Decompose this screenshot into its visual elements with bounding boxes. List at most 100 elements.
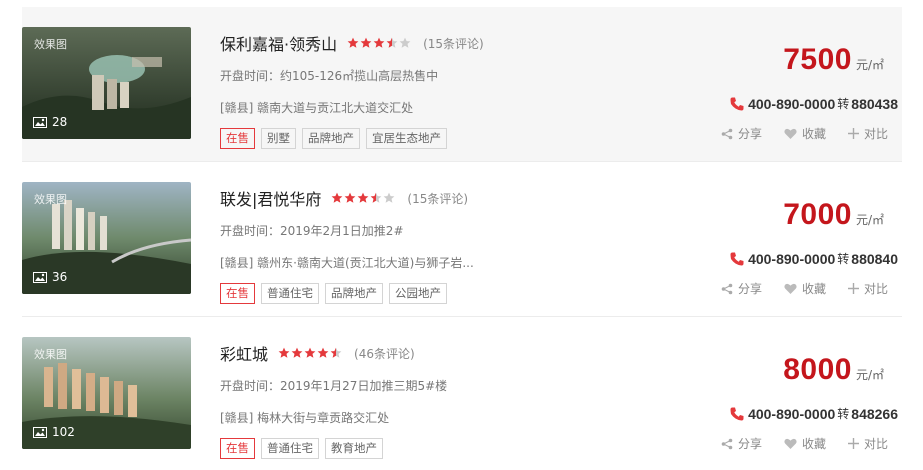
feature-badge: 教育地产 <box>325 438 383 459</box>
feature-badge: 品牌地产 <box>325 283 383 304</box>
star-full-icon <box>347 37 359 48</box>
compare-label: 对比 <box>863 127 888 141</box>
favorite-label: 收藏 <box>801 437 826 451</box>
image-type-tag: 效果图 <box>34 193 67 206</box>
feature-badge: 品牌地产 <box>302 128 360 149</box>
property-address: [赣县] 赣州东·赣南大道(贡江北大道)与狮子岩... <box>220 256 474 270</box>
favorite-button[interactable]: 收藏 <box>784 125 826 142</box>
property-address: [赣县] 梅林大街与章贡路交汇处 <box>220 411 390 425</box>
property-name[interactable]: 联发|君悦华府 <box>220 186 321 210</box>
review-count-link[interactable]: (46条评论) <box>354 345 415 362</box>
property-listing: 效果图 28 保利嘉福·领秀山 (15条评论) 开盘时间：约105-126㎡揽山… <box>0 0 923 470</box>
favorite-label: 收藏 <box>801 282 826 296</box>
property-photo[interactable]: 效果图 28 <box>22 27 191 139</box>
plus-icon <box>847 283 859 294</box>
star-full-icon <box>304 347 316 358</box>
property-photo[interactable]: 效果图 36 <box>22 182 191 294</box>
review-count-link[interactable]: (15条评论) <box>423 35 484 52</box>
star-full-icon <box>360 37 372 48</box>
share-label: 分享 <box>737 282 762 296</box>
rating-stars <box>347 37 411 49</box>
photo-count[interactable]: 28 <box>33 115 67 129</box>
phone-icon <box>730 252 744 265</box>
rating-stars <box>331 192 395 204</box>
property-address: [赣县] 赣南大道与贡江北大道交汇处 <box>220 101 414 115</box>
share-icon <box>721 128 733 139</box>
share-button[interactable]: 分享 <box>721 280 762 297</box>
phone-icon <box>730 97 744 110</box>
compare-label: 对比 <box>863 437 888 451</box>
photo-count[interactable]: 102 <box>33 425 75 439</box>
phone-ext: 880438 <box>851 95 898 112</box>
status-badge: 在售 <box>220 283 255 304</box>
property-photo[interactable]: 效果图 102 <box>22 337 191 449</box>
property-name[interactable]: 保利嘉福·领秀山 <box>220 31 337 55</box>
favorite-button[interactable]: 收藏 <box>784 435 826 452</box>
star-full-icon <box>332 192 343 203</box>
phone-main: 400-890-0000 <box>748 95 836 112</box>
listing-item: 效果图 28 保利嘉福·领秀山 (15条评论) 开盘时间：约105-126㎡揽山… <box>22 7 902 162</box>
star-full-icon <box>317 347 329 358</box>
heart-icon <box>784 128 797 139</box>
share-label: 分享 <box>737 127 762 141</box>
phone-main: 400-890-0000 <box>748 250 836 267</box>
price: 7000 元/㎡ <box>783 198 884 232</box>
share-button[interactable]: 分享 <box>721 125 762 142</box>
favorite-button[interactable]: 收藏 <box>784 280 826 297</box>
listing-item: 效果图 102 彩虹城 (46条评论) 开盘时间：2019年1月27日加推三期5… <box>22 317 902 470</box>
status-badge: 在售 <box>220 128 255 149</box>
feature-badge: 宜居生态地产 <box>366 128 447 149</box>
phone-icon <box>730 407 744 420</box>
review-count-link[interactable]: (15条评论) <box>407 190 468 207</box>
share-icon <box>721 438 733 449</box>
feature-badge: 普通住宅 <box>261 283 319 304</box>
price-unit: 元/㎡ <box>855 368 884 382</box>
phone-transfer: 转 <box>837 252 850 266</box>
compare-button[interactable]: 对比 <box>847 280 888 297</box>
status-badge: 在售 <box>220 438 255 459</box>
price-unit: 元/㎡ <box>855 213 884 227</box>
phone-ext: 880840 <box>851 250 898 267</box>
feature-badge: 普通住宅 <box>261 438 319 459</box>
share-label: 分享 <box>737 437 762 451</box>
feature-badge: 公园地产 <box>389 283 447 304</box>
compare-button[interactable]: 对比 <box>847 435 888 452</box>
phone-main: 400-890-0000 <box>748 405 836 422</box>
star-full-icon <box>358 192 369 203</box>
phone-number[interactable]: 400-890-0000 转 848266 <box>729 405 898 422</box>
photo-icon <box>33 426 47 438</box>
star-half-icon <box>386 37 398 48</box>
star-empty-icon <box>384 192 395 203</box>
plus-icon <box>847 438 859 449</box>
photo-count[interactable]: 36 <box>33 270 67 284</box>
price-unit: 元/㎡ <box>855 58 884 72</box>
star-full-icon <box>373 37 385 48</box>
heart-icon <box>784 283 797 294</box>
star-full-icon <box>278 347 290 358</box>
price-value: 7000 <box>783 198 852 231</box>
compare-button[interactable]: 对比 <box>847 125 888 142</box>
price-value: 7500 <box>783 43 852 76</box>
star-half-icon <box>330 347 342 358</box>
heart-icon <box>784 438 797 449</box>
feature-badge: 别墅 <box>261 128 296 149</box>
price-value: 8000 <box>783 353 852 386</box>
phone-number[interactable]: 400-890-0000 转 880438 <box>729 95 898 112</box>
favorite-label: 收藏 <box>801 127 826 141</box>
star-empty-icon <box>399 37 411 48</box>
image-type-tag: 效果图 <box>34 348 67 361</box>
star-half-icon <box>371 192 382 203</box>
share-icon <box>721 283 733 294</box>
compare-label: 对比 <box>863 282 888 296</box>
plus-icon <box>847 128 859 139</box>
listing-item: 效果图 36 联发|君悦华府 (15条评论) 开盘时间：2019年2月1日加推2… <box>22 162 902 317</box>
phone-number[interactable]: 400-890-0000 转 880840 <box>729 250 898 267</box>
share-button[interactable]: 分享 <box>721 435 762 452</box>
phone-ext: 848266 <box>851 405 898 422</box>
image-type-tag: 效果图 <box>34 38 67 51</box>
photo-count-value: 102 <box>52 425 75 439</box>
phone-transfer: 转 <box>837 407 850 421</box>
price: 8000 元/㎡ <box>783 353 884 387</box>
price: 7500 元/㎡ <box>783 43 884 77</box>
property-name[interactable]: 彩虹城 <box>220 341 268 365</box>
